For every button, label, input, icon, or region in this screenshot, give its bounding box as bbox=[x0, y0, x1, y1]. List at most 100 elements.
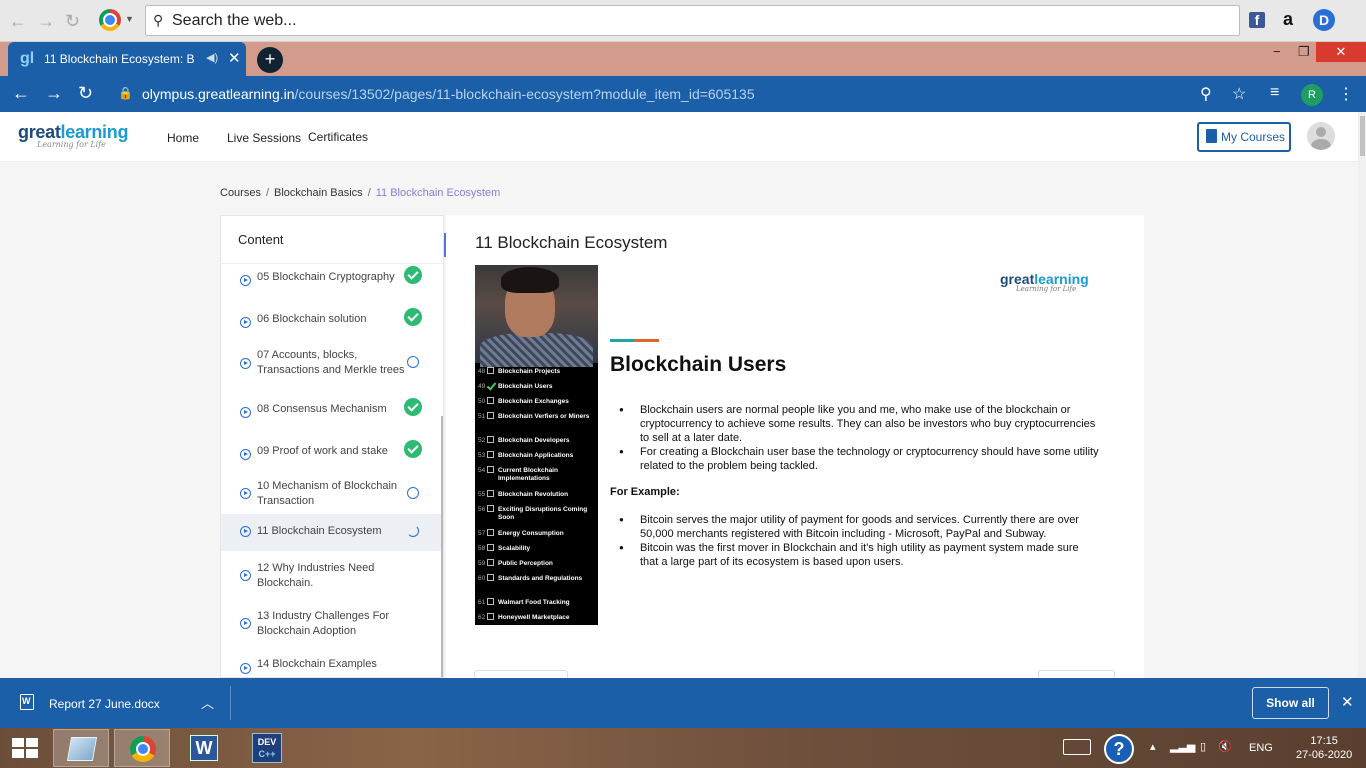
sidebar-item-label: 09 Proof of work and stake bbox=[257, 445, 388, 457]
sidebar-item[interactable]: 05 Blockchain Cryptography bbox=[221, 264, 442, 286]
taskbar-chrome[interactable] bbox=[114, 729, 170, 767]
presenter-shirt bbox=[480, 333, 593, 367]
network-signal-icon[interactable]: ▂▃▅ bbox=[1170, 740, 1195, 753]
url-field[interactable]: olympus.greatlearning.in/courses/13502/p… bbox=[142, 86, 755, 102]
sidebar-item[interactable]: 06 Blockchain solution bbox=[221, 306, 442, 328]
chrome-logo-icon[interactable] bbox=[99, 9, 121, 31]
completed-check-icon bbox=[404, 266, 422, 284]
sidebar-item[interactable]: 14 Blockchain Examples bbox=[221, 652, 442, 674]
show-all-button[interactable]: Show all bbox=[1252, 687, 1329, 719]
checkbox-icon bbox=[487, 397, 494, 404]
minimize-button[interactable]: − bbox=[1273, 44, 1281, 59]
profile-avatar[interactable]: R bbox=[1301, 84, 1323, 106]
topic-title: Energy Consumption bbox=[498, 530, 564, 537]
download-filename[interactable]: Report 27 June.docx bbox=[49, 697, 160, 711]
user-avatar[interactable] bbox=[1307, 122, 1335, 150]
back-icon[interactable]: ← bbox=[12, 83, 30, 104]
topic-title: Blockchain Revolution bbox=[498, 491, 569, 498]
back-arrow-icon[interactable]: ← bbox=[9, 11, 27, 32]
topic-number: 54 bbox=[478, 467, 486, 474]
new-tab-button[interactable]: + bbox=[257, 47, 283, 73]
tray-expand-icon[interactable]: ▴ bbox=[1150, 740, 1156, 753]
play-circle-icon bbox=[240, 488, 251, 499]
sidebar-item[interactable]: 09 Proof of work and stake bbox=[221, 438, 442, 460]
presenter-hair bbox=[501, 267, 559, 293]
page-scrollbar[interactable] bbox=[1358, 112, 1366, 678]
sidebar-item[interactable]: 08 Consensus Mechanism bbox=[221, 396, 442, 418]
sidebar-item-label: 05 Blockchain Cryptography bbox=[257, 271, 395, 283]
slide-logo: greatlearning Learning for Life bbox=[1000, 271, 1089, 293]
help-icon[interactable]: ? bbox=[1104, 734, 1134, 764]
slide-heading: Blockchain Users bbox=[610, 353, 787, 376]
download-shelf: Report 27 June.docx ︿ Show all ✕ bbox=[0, 678, 1366, 728]
topic-title: Exciting Disruptions Coming Soon bbox=[498, 506, 588, 521]
video-topic-item: 57 Energy Consumption bbox=[475, 527, 598, 542]
windows-start-icon[interactable] bbox=[12, 738, 38, 758]
forward-icon[interactable]: → bbox=[45, 83, 63, 104]
video-thumbnail[interactable]: 48 Blockchain Projects 49 Blockchain Users 5… bbox=[475, 265, 598, 625]
web-search-box[interactable]: ⚲ bbox=[145, 5, 1240, 36]
speaker-icon[interactable]: ◀) bbox=[206, 51, 218, 64]
nav-certificates[interactable]: Certificates bbox=[308, 130, 368, 144]
completed-check-icon bbox=[404, 440, 422, 458]
web-search-input[interactable] bbox=[172, 10, 1222, 32]
volume-muted-icon[interactable]: 🔇 bbox=[1218, 740, 1232, 753]
taskbar-notes-app[interactable] bbox=[53, 729, 109, 767]
battery-icon[interactable]: ▯ bbox=[1200, 740, 1206, 753]
forward-arrow-icon[interactable]: → bbox=[37, 11, 55, 32]
reload-icon[interactable]: ↻ bbox=[78, 83, 93, 104]
topic-number: 57 bbox=[478, 530, 486, 537]
media-control-icon[interactable]: ≡ bbox=[1270, 84, 1279, 102]
checkbox-icon bbox=[487, 451, 494, 458]
clock[interactable]: 17:15 27-06-2020 bbox=[1296, 734, 1352, 762]
restore-button[interactable]: ❐ bbox=[1298, 44, 1310, 60]
close-tab-icon[interactable]: ✕ bbox=[228, 49, 241, 67]
keyboard-icon[interactable] bbox=[1063, 739, 1091, 755]
logo-word-b: learning bbox=[60, 122, 129, 142]
sidebar-item-label: 12 Why Industries Need Blockchain. bbox=[257, 562, 375, 589]
my-courses-button[interactable]: My Courses bbox=[1197, 122, 1291, 152]
amazon-icon[interactable]: a bbox=[1283, 9, 1293, 30]
topic-title: Walmart Food Tracking bbox=[498, 599, 570, 606]
zoom-icon[interactable]: ⚲ bbox=[1200, 84, 1212, 104]
breadcrumb-courses[interactable]: Courses bbox=[220, 187, 261, 199]
facebook-icon[interactable]: f bbox=[1249, 12, 1265, 28]
tab-blockchain-ecosystem[interactable]: gl 11 Blockchain Ecosystem: Bl ◀) ✕ bbox=[8, 42, 246, 76]
sidebar-item[interactable]: 13 Industry Challenges For Blockchain Ad… bbox=[221, 606, 442, 638]
sidebar-item[interactable]: 11 Blockchain Ecosystem bbox=[221, 514, 442, 551]
breadcrumb-blockchain-basics[interactable]: Blockchain Basics bbox=[274, 187, 363, 199]
menu-kebab-icon[interactable]: ⋮ bbox=[1338, 84, 1354, 104]
checkbox-icon bbox=[487, 544, 494, 551]
chrome-icon bbox=[130, 736, 156, 762]
sidebar-item[interactable]: 12 Why Industries Need Blockchain. bbox=[221, 558, 442, 590]
language-indicator[interactable]: ENG bbox=[1249, 742, 1273, 754]
video-topic-item: 49 Blockchain Users bbox=[475, 380, 598, 395]
taskbar-devcpp[interactable]: DEV C++ bbox=[238, 729, 294, 767]
play-circle-icon bbox=[240, 275, 251, 286]
nav-home[interactable]: Home bbox=[167, 131, 199, 145]
bullet-item: Bitcoin was the first mover in Blockchai… bbox=[610, 541, 1100, 569]
close-download-shelf-icon[interactable]: ✕ bbox=[1341, 693, 1354, 711]
chevron-down-icon[interactable]: ▼ bbox=[125, 14, 134, 24]
sidebar-scrollbar[interactable] bbox=[441, 416, 443, 677]
play-circle-icon bbox=[240, 407, 251, 418]
greatlearning-logo[interactable]: greatlearning Learning for Life bbox=[18, 122, 128, 149]
reload-icon[interactable]: ↻ bbox=[65, 11, 80, 32]
sidebar-item[interactable]: 10 Mechanism of Blockchain Transaction bbox=[221, 476, 442, 508]
sidebar-item-label: 08 Consensus Mechanism bbox=[257, 403, 387, 415]
page-scrollbar-thumb[interactable] bbox=[1360, 116, 1365, 156]
topic-title: Blockchain Applications bbox=[498, 452, 574, 459]
extension-d-icon[interactable]: D bbox=[1313, 9, 1335, 31]
topic-title: Blockchain Projects bbox=[498, 368, 561, 375]
window-close-button[interactable]: ✕ bbox=[1316, 42, 1366, 62]
topic-title: Current Blockchain Implementations bbox=[498, 467, 558, 482]
bookmark-star-icon[interactable]: ☆ bbox=[1232, 84, 1246, 104]
sidebar-item[interactable]: 07 Accounts, blocks, Transactions and Me… bbox=[221, 346, 442, 378]
taskbar-word[interactable]: W bbox=[176, 729, 232, 767]
word-icon: W bbox=[190, 735, 218, 761]
video-topic-item: 60 Standards and Regulations bbox=[475, 572, 598, 596]
lock-icon[interactable]: 🔒 bbox=[118, 86, 133, 100]
nav-live-sessions[interactable]: Live Sessions bbox=[227, 131, 301, 145]
chevron-up-icon[interactable]: ︿ bbox=[201, 693, 214, 712]
video-topic-item: 61 Walmart Food Tracking bbox=[475, 596, 598, 611]
